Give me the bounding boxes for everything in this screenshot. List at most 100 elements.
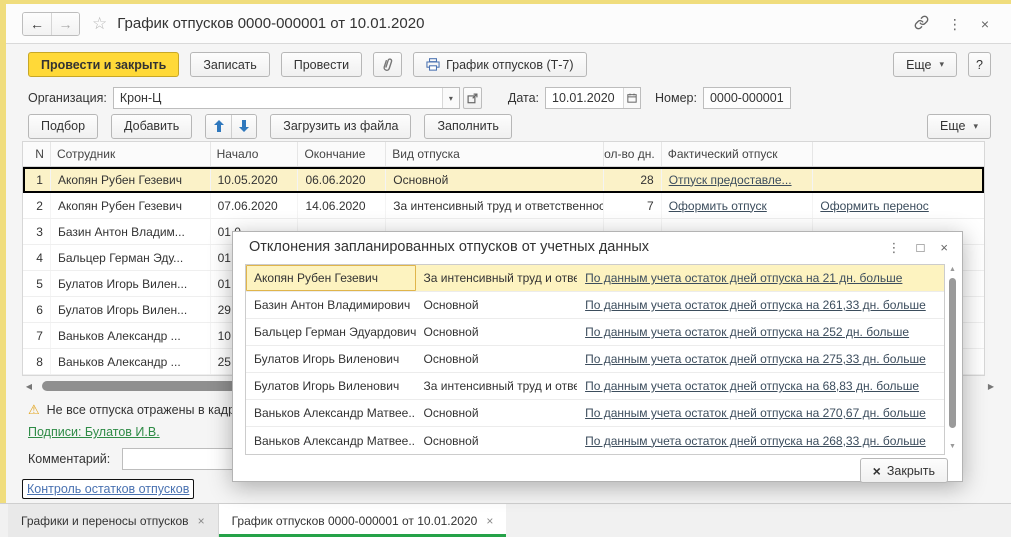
cell-end[interactable]: 06.06.2020 [298,167,386,192]
header-transfer[interactable] [813,142,984,166]
more-actions-button[interactable]: Еще ▾ [893,52,957,77]
cell-employee[interactable]: Базин Антон Владимирович [246,292,416,318]
cell-employee[interactable]: Ваньков Александр Матвее... [246,427,416,454]
cell-vacation-type[interactable]: Основной [416,400,578,426]
cell-employee[interactable]: Ваньков Александр ... [51,323,211,348]
cell-n[interactable]: 1 [23,167,51,192]
cell-employee[interactable]: Акопян Рубен Гезевич [246,265,416,291]
cell-end[interactable]: 14.06.2020 [298,193,386,218]
deviation-message-link[interactable]: По данным учета остаток дней отпуска на … [577,265,944,291]
tab-vacation-schedules-list[interactable]: Графики и переносы отпусков × [8,504,219,537]
date-calendar-button[interactable] [623,88,640,108]
deviation-row[interactable]: Ваньков Александр Матвее...ОсновнойПо да… [246,427,944,454]
back-button[interactable]: ← [23,13,51,35]
header-employee[interactable]: Сотрудник [51,142,211,166]
cell-days[interactable]: 28 [604,167,662,192]
forward-button[interactable]: → [51,13,79,35]
tab-close-icon[interactable]: × [198,514,205,528]
table-row[interactable]: 1Акопян Рубен Гезевич10.05.202006.06.202… [23,167,984,193]
table-more-button[interactable]: Еще ▾ [927,114,991,139]
deviation-message-link[interactable]: По данным учета остаток дней отпуска на … [577,427,944,454]
move-up-button[interactable] [206,115,231,138]
scroll-left-icon[interactable]: ◀ [22,382,36,391]
deviation-message-link[interactable]: По данным учета остаток дней отпуска на … [577,346,944,372]
cell-employee[interactable]: Бальцер Герман Эду... [51,245,211,270]
cell-vacation-type[interactable]: За интенсивный труд и отве... [416,373,578,399]
scroll-right-icon[interactable]: ▶ [984,382,998,391]
number-field[interactable]: 0000-000001 [703,87,791,109]
date-field[interactable]: 10.01.2020 [545,87,641,109]
transfer-link[interactable]: Оформить перенос [813,193,984,218]
cell-vacation-type[interactable]: За интенсивный труд и отве... [416,265,578,291]
cell-employee[interactable]: Ваньков Александр ... [51,349,211,374]
deviation-row[interactable]: Ваньков Александр Матвее...ОсновнойПо да… [246,400,944,427]
cell-n[interactable]: 7 [23,323,51,348]
load-from-file-button[interactable]: Загрузить из файла [270,114,411,139]
header-start[interactable]: Начало [211,142,299,166]
cell-employee[interactable]: Булатов Игорь Виленович [246,373,416,399]
cell-start[interactable]: 10.05.2020 [211,167,299,192]
write-button[interactable]: Записать [190,52,269,77]
post-button[interactable]: Провести [281,52,362,77]
dialog-restore-icon[interactable]: □ [917,241,925,254]
scroll-up-icon[interactable]: ▲ [949,264,956,276]
pick-button[interactable]: Подбор [28,114,98,139]
cell-transfer[interactable] [813,167,984,192]
deviation-message-link[interactable]: По данным учета остаток дней отпуска на … [577,400,944,426]
print-t7-button[interactable]: График отпусков (Т-7) [413,52,586,77]
cell-employee[interactable]: Ваньков Александр Матвее... [246,400,416,426]
header-type[interactable]: Вид отпуска [386,142,604,166]
header-n[interactable]: N [23,142,51,166]
cell-n[interactable]: 4 [23,245,51,270]
cell-type[interactable]: За интенсивный труд и ответственность [386,193,604,218]
cell-vacation-type[interactable]: Основной [416,319,578,345]
cell-days[interactable]: 7 [604,193,662,218]
fact-link[interactable]: Отпуск предоставле... [662,167,814,192]
cell-start[interactable]: 07.06.2020 [211,193,299,218]
dialog-scroll-thumb[interactable] [949,278,956,428]
deviation-row[interactable]: Бальцер Герман ЭдуардовичОсновнойПо данн… [246,319,944,346]
get-link-icon[interactable] [914,15,929,32]
cell-n[interactable]: 2 [23,193,51,218]
header-fact[interactable]: Фактический отпуск [662,142,814,166]
attachments-button[interactable] [373,52,402,77]
move-down-button[interactable] [231,115,256,138]
cell-vacation-type[interactable]: Основной [416,427,578,454]
organization-dropdown-button[interactable]: ▾ [442,88,459,108]
deviation-row[interactable]: Акопян Рубен ГезевичЗа интенсивный труд … [246,265,944,292]
cell-employee[interactable]: Базин Антон Владим... [51,219,211,244]
fill-button[interactable]: Заполнить [424,114,511,139]
post-and-close-button[interactable]: Провести и закрыть [28,52,179,77]
dialog-menu-icon[interactable]: ⋮ [888,241,901,254]
vacation-balance-control-link[interactable]: Контроль остатков отпусков [22,479,194,499]
cell-employee[interactable]: Булатов Игорь Вилен... [51,271,211,296]
cell-vacation-type[interactable]: Основной [416,346,578,372]
cell-type[interactable]: Основной [386,167,604,192]
cell-n[interactable]: 6 [23,297,51,322]
cell-n[interactable]: 5 [23,271,51,296]
fact-link[interactable]: Оформить отпуск [662,193,814,218]
deviation-row[interactable]: Базин Антон ВладимировичОсновнойПо данны… [246,292,944,319]
cell-employee[interactable]: Булатов Игорь Виленович [246,346,416,372]
cell-employee[interactable]: Акопян Рубен Гезевич [51,167,211,192]
more-menu-icon[interactable]: ⋮ [948,17,962,31]
cell-employee[interactable]: Акопян Рубен Гезевич [51,193,211,218]
cell-vacation-type[interactable]: Основной [416,292,578,318]
scroll-down-icon[interactable]: ▼ [949,441,956,453]
deviation-message-link[interactable]: По данным учета остаток дней отпуска на … [577,373,944,399]
cell-employee[interactable]: Бальцер Герман Эдуардович [246,319,416,345]
dialog-vertical-scrollbar[interactable]: ▲ ▼ [947,264,958,453]
deviation-row[interactable]: Булатов Игорь ВиленовичОсновнойПо данным… [246,346,944,373]
tab-close-icon[interactable]: × [486,514,493,528]
table-row[interactable]: 2Акопян Рубен Гезевич07.06.202014.06.202… [23,193,984,219]
header-days[interactable]: Кол-во дн. [604,142,662,166]
window-close-icon[interactable]: × [981,17,989,31]
dialog-close-button[interactable]: × Закрыть [860,458,948,483]
cell-n[interactable]: 3 [23,219,51,244]
add-button[interactable]: Добавить [111,114,192,139]
organization-field[interactable]: Крон-Ц ▾ [113,87,460,109]
signatures-link[interactable]: Подписи: Булатов И.В. [28,425,160,439]
cell-n[interactable]: 8 [23,349,51,374]
organization-open-button[interactable] [463,87,482,109]
help-button[interactable]: ? [968,52,991,77]
